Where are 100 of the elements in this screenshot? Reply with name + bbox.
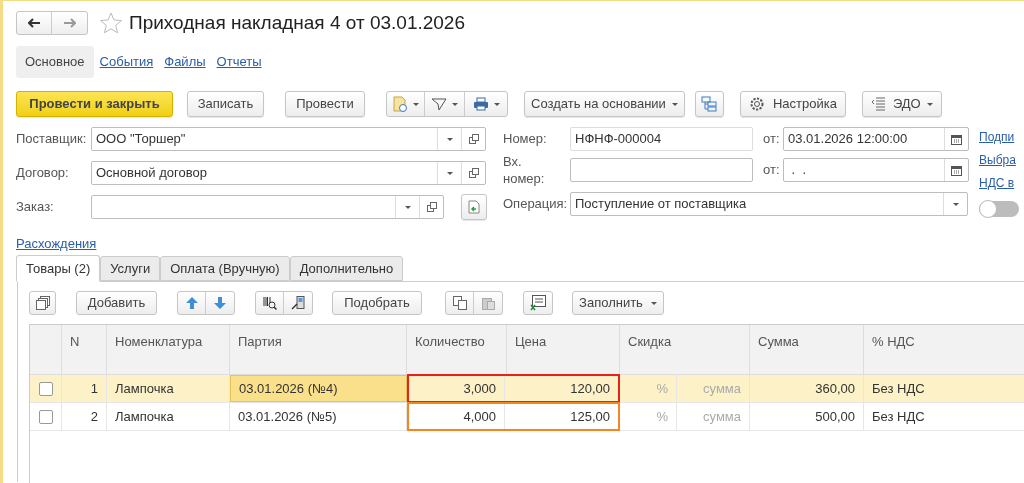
date-field[interactable]: 03.01.2026 12:00:00 (783, 127, 969, 151)
caret-icon (452, 102, 458, 106)
document-arrow-icon (467, 200, 481, 214)
field-label: Договор: (16, 164, 70, 183)
window-title: Приходная накладная 4 от 03.01.2026 (129, 10, 465, 35)
input-field[interactable]: Основной договор (91, 161, 486, 185)
printer-icon (472, 97, 489, 111)
fill-button[interactable]: Заполнить (572, 291, 664, 315)
table-cell-text: сумма (703, 379, 741, 398)
calendar-icon (951, 133, 962, 145)
structure-button[interactable] (694, 91, 724, 117)
caret-icon (413, 102, 419, 106)
table-row[interactable]: 2 Лампочка 03.01.2026 (№5) 4,000 125,00 % сумма 500,00 Без НДС (30, 403, 1024, 431)
dropdown-arrow-icon (404, 205, 411, 209)
pick-button[interactable]: Подобрать (332, 291, 422, 315)
field-label: Номер: (503, 130, 548, 149)
field-label: Поставщик: (16, 130, 88, 149)
open-icon (468, 134, 479, 144)
column-header[interactable]: N (70, 334, 80, 349)
document-exchange-icon (870, 97, 887, 111)
input-field[interactable] (570, 158, 753, 182)
checkbox[interactable] (38, 409, 53, 424)
hierarchy-icon (701, 96, 718, 112)
table-row[interactable]: 1 Лампочка 03.01.2026 (№4) 3,000 120,00 % сумма 360,00 Без НДС (30, 375, 1024, 403)
caret-icon (926, 102, 933, 106)
dropdown-arrow-icon (446, 171, 453, 175)
table-cell-text: % (656, 379, 668, 398)
caret-icon (671, 102, 678, 106)
open-icon (426, 202, 437, 212)
copy-rows-button[interactable] (29, 291, 56, 315)
column-header[interactable]: Скидка (628, 334, 672, 349)
table-cell-text: Без НДС (872, 379, 925, 398)
up-arrow-icon (185, 297, 198, 309)
fill-from-order-button[interactable] (461, 194, 487, 220)
date-field[interactable]: . . (783, 158, 969, 182)
open-icon (468, 168, 479, 178)
discrepancies-link[interactable]: Расхождения (16, 234, 97, 254)
copy-icon (452, 296, 467, 310)
table-cell-text: сумма (703, 407, 741, 426)
section-tab[interactable]: События (94, 46, 159, 78)
excel-import-button[interactable] (523, 291, 553, 315)
caret-icon (493, 102, 500, 106)
checkbox[interactable] (38, 381, 53, 396)
scanner-icon (291, 296, 305, 310)
side-link[interactable]: Подпи (979, 129, 1024, 145)
number-field[interactable]: НФНФ-000004 (570, 127, 753, 151)
field-label: от: (763, 130, 781, 149)
create-based-on-button[interactable]: Создать на основании (524, 91, 685, 117)
field-label: от: (763, 161, 781, 180)
barcode-magnifier-icon (262, 296, 277, 310)
input-field[interactable] (91, 195, 444, 219)
edo-button[interactable]: ЭДО (861, 91, 942, 117)
clipboard-icon (481, 296, 495, 310)
column-header[interactable]: % НДС (872, 334, 915, 349)
table-cell-text: 2 (90, 407, 98, 426)
settings-icon (748, 96, 765, 112)
input-field[interactable]: ООО "Торшер" (91, 127, 486, 151)
forward-arrow-icon (63, 18, 76, 28)
tab[interactable]: Оплата (Вручную) (160, 256, 290, 281)
add-button[interactable]: Добавить (76, 291, 157, 315)
dropdown-arrow-icon (952, 202, 959, 206)
table-cell-text: 360,00 (815, 379, 855, 398)
section-tab[interactable]: Отчеты (211, 46, 267, 78)
caret-icon (650, 301, 657, 305)
table-cell-text: 4,000 (463, 407, 496, 426)
tab[interactable]: Товары (2) (16, 255, 101, 282)
column-header[interactable]: Сумма (758, 334, 799, 349)
table-cell-text: Лампочка (115, 379, 174, 398)
settings-button[interactable]: Настройка (739, 91, 846, 117)
calendar-icon (951, 164, 962, 176)
side-link[interactable]: НДС в (979, 175, 1024, 191)
column-header[interactable]: Номенклатура (115, 334, 203, 349)
tab[interactable]: Дополнительно (289, 256, 404, 281)
star-icon[interactable] (100, 12, 122, 34)
post-and-close-button[interactable]: Провести и закрыть (16, 91, 173, 117)
table-cell-text: 1 (90, 379, 98, 398)
operation-field[interactable]: Поступление от поставщика (570, 192, 968, 216)
table-cell-text: 3,000 (463, 379, 496, 398)
table-cell-text: Без НДС (872, 407, 925, 426)
column-header[interactable]: Цена (515, 334, 547, 349)
stacked-windows-icon (35, 296, 50, 310)
toggle-switch[interactable] (979, 201, 1019, 217)
post-button[interactable]: Провести (285, 91, 365, 117)
save-button[interactable]: Записать (187, 91, 264, 117)
field-label: Заказ: (16, 198, 55, 217)
paper-plane-icon (431, 97, 447, 111)
table-cell-text: 03.01.2026 (№4) (239, 379, 338, 398)
field-label: Операция: (503, 195, 569, 214)
section-tab[interactable]: Файлы (159, 46, 211, 78)
column-header[interactable]: Количество (415, 334, 485, 349)
section-tab[interactable]: Основное (16, 46, 94, 78)
column-header[interactable]: Партия (238, 334, 282, 349)
table-cell-text: 120,00 (570, 379, 610, 398)
table-cell-text: % (656, 407, 668, 426)
table-cell-text: Лампочка (115, 407, 174, 426)
table-cell-text: 500,00 (815, 407, 855, 426)
table-cell-text: 125,00 (570, 407, 610, 426)
spreadsheet-icon (530, 295, 546, 311)
side-link[interactable]: Выбра (979, 152, 1024, 168)
tab[interactable]: Услуги (100, 256, 161, 281)
